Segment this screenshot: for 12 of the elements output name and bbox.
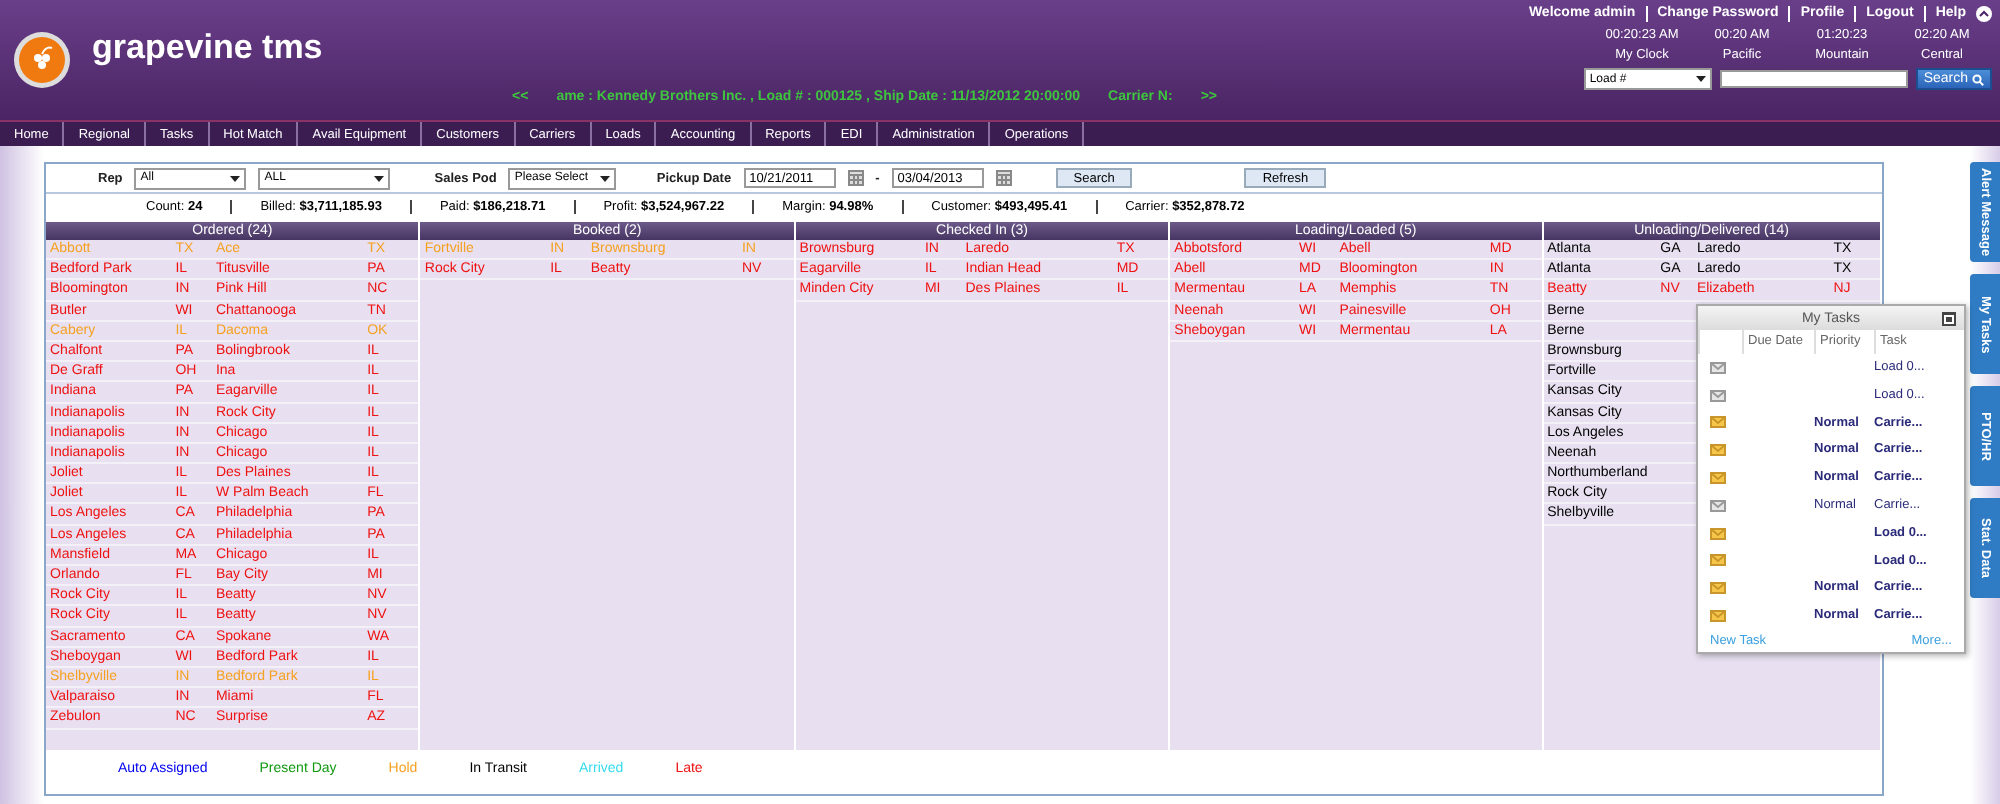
grape-logo-icon [12,30,72,90]
calendar-icon[interactable] [847,170,864,186]
search-field[interactable] [1719,70,1908,88]
search-icon [1972,73,1984,85]
collapse-icon[interactable] [1976,6,1992,22]
caret-icon [230,175,241,181]
app-title: grapevine tms [92,28,323,68]
calendar-icon[interactable] [995,170,1012,186]
caret-icon [600,175,611,181]
maximize-icon[interactable] [1942,311,1956,325]
caret-icon [1695,76,1706,82]
caret-icon [374,175,385,181]
